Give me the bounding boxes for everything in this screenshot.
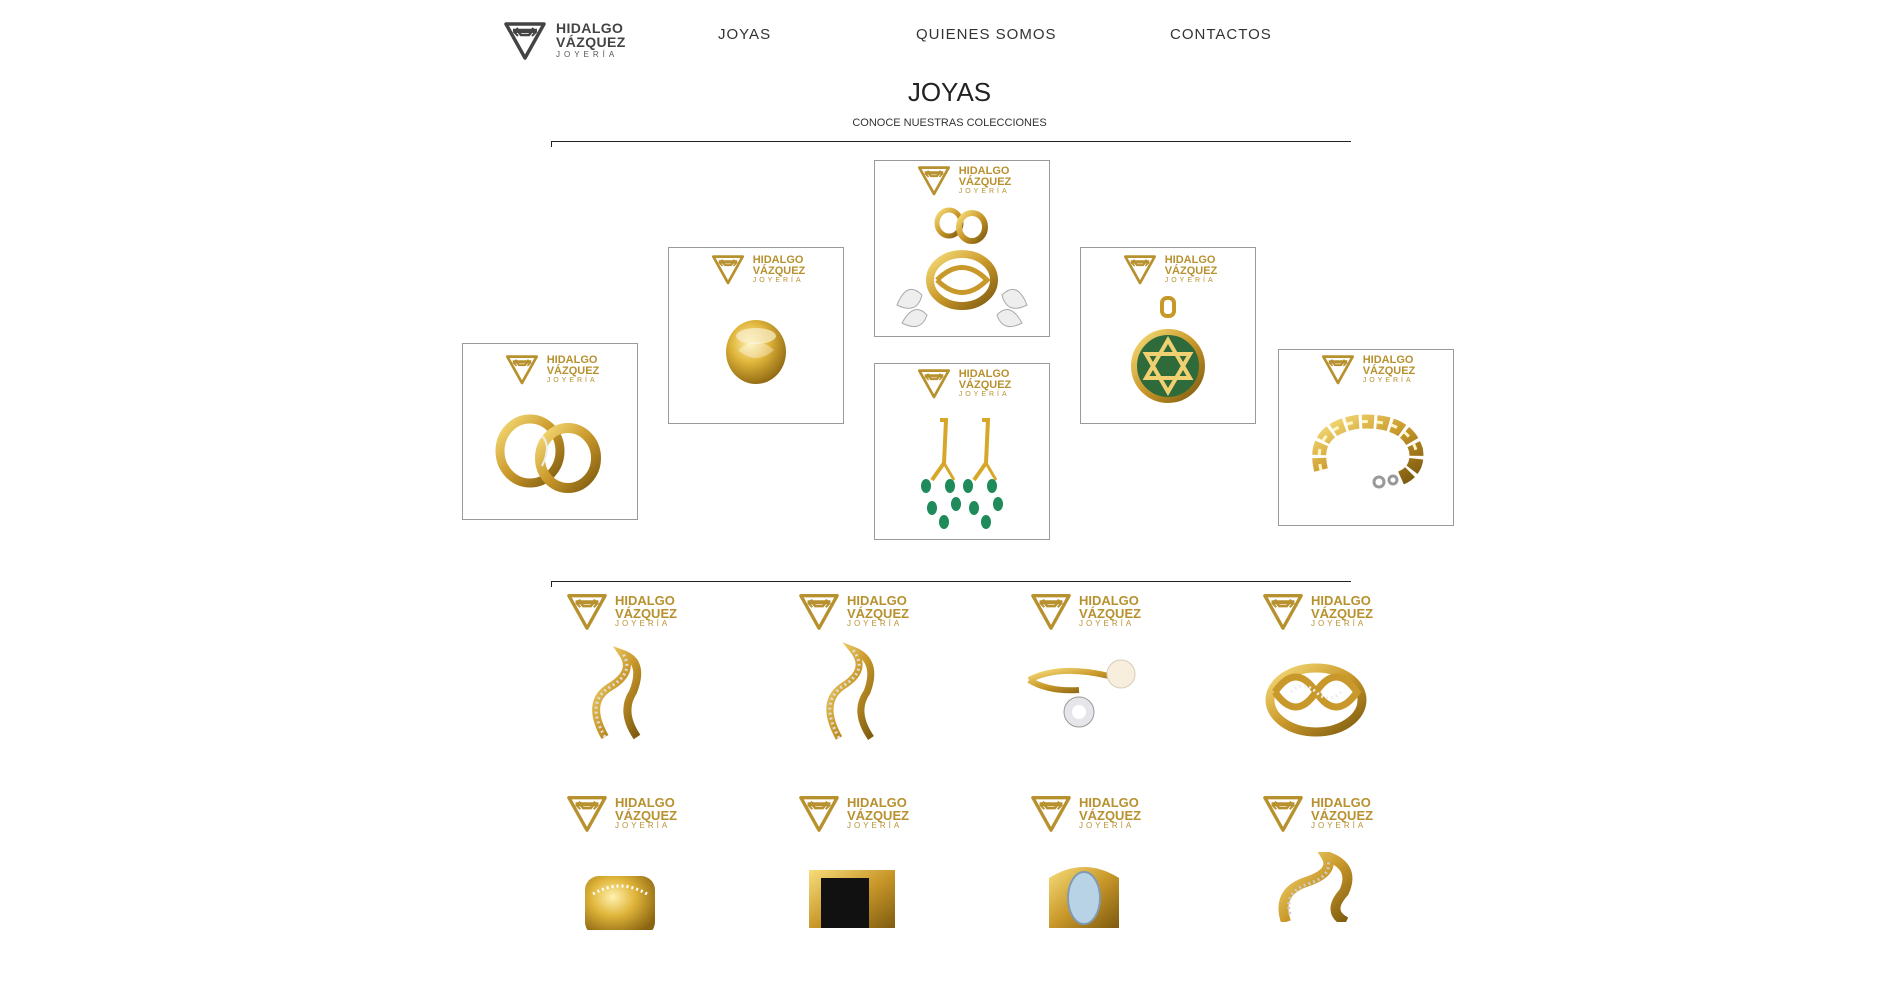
diamond-logo-icon (563, 590, 611, 632)
page-title: JOYAS (907, 77, 992, 107)
watermark: HIDALGO VÁZQUEZ JOYERÍA (1279, 352, 1453, 386)
dome-ring-icon (669, 310, 843, 390)
diamond-logo-icon (913, 163, 955, 197)
page-subtitle: CONOCE NUESTRAS COLECCIONES (852, 117, 1047, 129)
nav-quienes-somos[interactable]: QUIENES SOMOS (916, 26, 1057, 43)
diamond-logo-icon (1317, 352, 1359, 386)
nav-contactos[interactable]: CONTACTOS (1170, 26, 1272, 43)
star-pendant-icon (1081, 296, 1255, 416)
collection-card-earrings[interactable]: HIDALGO VÁZQUEZ JOYERÍA (874, 363, 1050, 540)
brand-name: HIDALGO VÁZQUEZ JOYERÍA (556, 21, 626, 59)
emerald-earrings-icon (875, 418, 1049, 533)
watermark: HIDALGO VÁZQUEZ JOYERÍA (540, 792, 700, 834)
gold-bracelet-icon (1279, 410, 1453, 500)
collection-card-bracelet[interactable]: HIDALGO VÁZQUEZ JOYERÍA (1278, 349, 1454, 526)
swirl-ring-icon (1236, 852, 1396, 922)
infinity-ring-icon (1236, 652, 1396, 742)
collection-card-rings[interactable]: HIDALGO VÁZQUEZ JOYERÍA (462, 343, 638, 520)
collection-card-pendant[interactable]: HIDALGO VÁZQUEZ JOYERÍA (1080, 247, 1256, 424)
topaz-ring-icon (1004, 858, 1164, 928)
product-tile[interactable]: HIDALGO VÁZQUEZ JOYERÍA (1236, 590, 1396, 780)
watermark: HIDALGO VÁZQUEZ JOYERÍA (875, 163, 1049, 197)
watermark: HIDALGO VÁZQUEZ JOYERÍA (1236, 792, 1396, 834)
diamond-logo-icon (1027, 792, 1075, 834)
diamond-logo-icon (1259, 792, 1307, 834)
swirl-ring-icon (772, 640, 932, 750)
brand-line-3: JOYERÍA (556, 50, 619, 59)
watermark: HIDALGO VÁZQUEZ JOYERÍA (1004, 590, 1164, 632)
site-logo[interactable]: HIDALGO VÁZQUEZ JOYERÍA (500, 18, 630, 62)
diamond-logo-icon (1119, 252, 1161, 286)
nav-joyas[interactable]: JOYAS (718, 26, 771, 43)
diamond-logo-icon (563, 792, 611, 834)
collection-card-dome-ring[interactable]: HIDALGO VÁZQUEZ JOYERÍA (668, 247, 844, 424)
watermark: HIDALGO VÁZQUEZ JOYERÍA (1081, 252, 1255, 286)
product-tile[interactable]: HIDALGO VÁZQUEZ JOYERÍA (540, 590, 700, 780)
diamond-logo-icon (707, 252, 749, 286)
product-tile[interactable]: HIDALGO VÁZQUEZ JOYERÍA (1236, 792, 1396, 982)
diamond-logo-icon (795, 792, 843, 834)
watermark: HIDALGO VÁZQUEZ JOYERÍA (669, 252, 843, 286)
collection-card-set[interactable]: HIDALGO VÁZQUEZ JOYERÍA (874, 160, 1050, 337)
product-tile[interactable]: HIDALGO VÁZQUEZ JOYERÍA (772, 590, 932, 780)
diamond-logo-icon (500, 18, 550, 62)
wide-ring-icon (540, 870, 700, 930)
jewelry-set-icon (875, 205, 1049, 335)
wedding-rings-icon (463, 406, 637, 496)
diamond-logo-icon (1027, 590, 1075, 632)
watermark: HIDALGO VÁZQUEZ JOYERÍA (540, 590, 700, 632)
diamond-logo-icon (1259, 590, 1307, 632)
brand-line-1: HIDALGO (556, 20, 624, 36)
watermark: HIDALGO VÁZQUEZ JOYERÍA (1236, 590, 1396, 632)
watermark: HIDALGO VÁZQUEZ JOYERÍA (463, 352, 637, 386)
top-divider (551, 141, 1351, 147)
watermark: HIDALGO VÁZQUEZ JOYERÍA (772, 590, 932, 632)
diamond-logo-icon (795, 590, 843, 632)
watermark: HIDALGO VÁZQUEZ JOYERÍA (1004, 792, 1164, 834)
product-tile[interactable]: HIDALGO VÁZQUEZ JOYERÍA (540, 792, 700, 982)
diamond-logo-icon (501, 352, 543, 386)
swirl-ring-icon (540, 642, 700, 752)
diamond-logo-icon (913, 366, 955, 400)
watermark: HIDALGO VÁZQUEZ JOYERÍA (875, 366, 1049, 400)
product-tile[interactable]: HIDALGO VÁZQUEZ JOYERÍA (1004, 590, 1164, 780)
pearl-ring-icon (1004, 650, 1164, 740)
brand-line-2: VÁZQUEZ (556, 34, 626, 50)
product-tile[interactable]: HIDALGO VÁZQUEZ JOYERÍA (772, 792, 932, 982)
onyx-ring-icon (772, 868, 932, 928)
product-tile[interactable]: HIDALGO VÁZQUEZ JOYERÍA (1004, 792, 1164, 982)
watermark: HIDALGO VÁZQUEZ JOYERÍA (772, 792, 932, 834)
grid-divider (551, 581, 1351, 587)
